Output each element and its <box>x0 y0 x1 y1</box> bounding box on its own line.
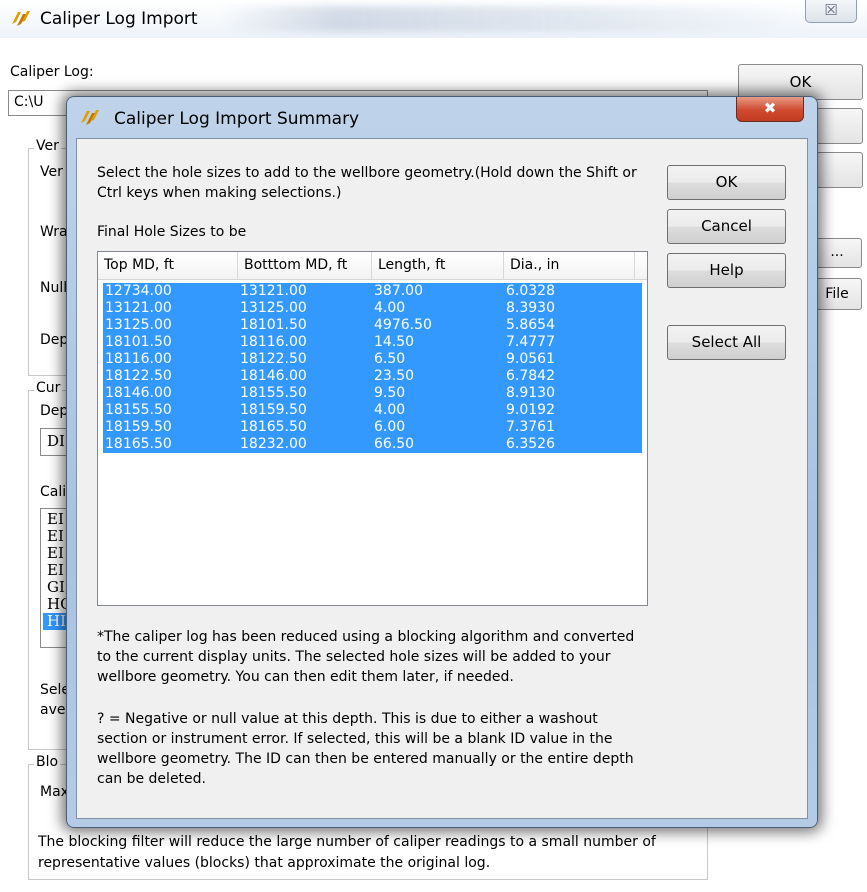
cell-diameter: 9.0561 <box>506 351 555 367</box>
cell-top-md: 13125.00 <box>105 317 172 333</box>
cell-top-md: 18116.00 <box>105 351 172 367</box>
caliper-log-path-value: C:\U <box>14 94 44 110</box>
cell-top-md: 18165.50 <box>105 436 172 452</box>
blocking-note: *The caliper log has been reduced using … <box>97 629 635 685</box>
cell-bottom-md: 18101.50 <box>240 317 307 333</box>
cell-top-md: 18101.50 <box>105 334 172 350</box>
blurred-background <box>220 6 810 32</box>
cell-bottom-md: 18122.50 <box>240 351 307 367</box>
cell-bottom-md: 18165.50 <box>240 419 307 435</box>
hole-size-row[interactable]: 18155.50 18159.50 4.00 9.0192 <box>103 402 642 419</box>
max-label: Max <box>40 784 69 800</box>
column-header-diameter[interactable]: Dia., in <box>504 252 635 279</box>
main-close-button[interactable]: ☒ <box>805 0 857 23</box>
version-label: Ver <box>40 164 63 180</box>
dialog-cancel-button[interactable]: Cancel <box>667 209 786 244</box>
hole-size-row[interactable]: 18122.50 18146.00 23.50 6.7842 <box>103 368 642 385</box>
average-hint-label: ave <box>40 702 66 718</box>
hole-size-row[interactable]: 18159.50 18165.50 6.00 7.3761 <box>103 419 642 436</box>
hole-size-row[interactable]: 18146.00 18155.50 9.50 8.9130 <box>103 385 642 402</box>
cell-bottom-md: 18155.50 <box>240 385 307 401</box>
blocking-group-caption: Blo <box>34 754 61 770</box>
null-label: Null <box>40 280 68 296</box>
blocking-description: The blocking filter will reduce the larg… <box>38 834 656 871</box>
cell-diameter: 6.0328 <box>506 283 555 299</box>
cell-top-md: 18159.50 <box>105 419 172 435</box>
dialog-help-button[interactable]: Help <box>667 253 786 288</box>
depth-label: Dep <box>40 332 69 348</box>
wrap-label: Wra <box>40 224 68 240</box>
cell-length: 9.50 <box>374 385 406 401</box>
main-window-title: Caliper Log Import <box>40 9 198 29</box>
cell-length: 6.00 <box>374 419 406 435</box>
dialog-logo-icon <box>81 110 99 125</box>
file-button[interactable]: File <box>812 278 862 310</box>
hole-size-row[interactable]: 18116.00 18122.50 6.50 9.0561 <box>103 351 642 368</box>
cell-diameter: 8.9130 <box>506 385 555 401</box>
cell-top-md: 13121.00 <box>105 300 172 316</box>
cell-bottom-md: 18159.50 <box>240 402 307 418</box>
dialog-ok-button[interactable]: OK <box>667 165 786 200</box>
cell-top-md: 12734.00 <box>105 283 172 299</box>
cell-top-md: 18155.50 <box>105 402 172 418</box>
cell-bottom-md: 18116.00 <box>240 334 307 350</box>
cell-length: 14.50 <box>374 334 415 350</box>
app-logo-icon <box>12 11 30 26</box>
dialog-title: Caliper Log Import Summary <box>114 109 360 129</box>
curve-group-caption: Cur <box>34 380 63 396</box>
depth-curve-label: Dep <box>40 403 69 419</box>
dialog-instructions: Select the hole sizes to add to the well… <box>97 165 637 201</box>
cell-length: 4.00 <box>374 402 406 418</box>
hole-size-row[interactable]: 13121.00 13125.00 4.00 8.3930 <box>103 300 642 317</box>
cell-length: 387.00 <box>374 283 423 299</box>
cell-diameter: 9.0192 <box>506 402 555 418</box>
hole-size-row[interactable]: 18101.50 18116.00 14.50 7.4777 <box>103 334 642 351</box>
cell-diameter: 7.3761 <box>506 419 555 435</box>
cell-diameter: 5.8654 <box>506 317 555 333</box>
version-group-caption: Ver <box>34 138 61 154</box>
hole-size-row[interactable]: 12734.00 13121.00 387.00 6.0328 <box>103 283 642 300</box>
column-header-length[interactable]: Length, ft <box>372 252 504 279</box>
cell-top-md: 18122.50 <box>105 368 172 384</box>
cell-diameter: 6.3526 <box>506 436 555 452</box>
cell-bottom-md: 18232.00 <box>240 436 307 452</box>
cell-length: 23.50 <box>374 368 415 384</box>
list-rows: 12734.00 13121.00 387.00 6.0328 13121.00 1312… <box>103 283 642 453</box>
hole-sizes-list[interactable]: Top MD, ft Botttom MD, ft Length, ft Dia… <box>97 251 648 606</box>
cell-length: 4976.50 <box>374 317 432 333</box>
cell-top-md: 18146.00 <box>105 385 172 401</box>
final-hole-sizes-label: Final Hole Sizes to be <box>97 224 247 240</box>
main-title-bar: Caliper Log Import ☒ <box>0 0 867 38</box>
main-ok-button[interactable]: OK <box>738 64 863 100</box>
cell-bottom-md: 18146.00 <box>240 368 307 384</box>
dialog-client-area: Select the hole sizes to add to the well… <box>76 138 808 819</box>
cell-diameter: 7.4777 <box>506 334 555 350</box>
dialog-close-button[interactable]: ✖ <box>736 97 804 122</box>
cell-bottom-md: 13125.00 <box>240 300 307 316</box>
cell-diameter: 6.7842 <box>506 368 555 384</box>
cell-diameter: 8.3930 <box>506 300 555 316</box>
column-header-bottom-md[interactable]: Botttom MD, ft <box>238 252 372 279</box>
caliper-log-label: Caliper Log: <box>10 64 94 80</box>
hole-size-row[interactable]: 13125.00 18101.50 4976.50 5.8654 <box>103 317 642 334</box>
cell-length: 66.50 <box>374 436 415 452</box>
browse-button[interactable]: ... <box>812 238 862 268</box>
cell-length: 4.00 <box>374 300 406 316</box>
column-header-top-md[interactable]: Top MD, ft <box>98 252 238 279</box>
caliper-log-import-summary-dialog: Caliper Log Import Summary ✖ Select the … <box>66 96 818 828</box>
select-all-button[interactable]: Select All <box>667 325 786 360</box>
list-header: Top MD, ft Botttom MD, ft Length, ft Dia… <box>98 252 647 280</box>
cell-length: 6.50 <box>374 351 406 367</box>
null-value-note: ? = Negative or null value at this depth… <box>97 711 634 787</box>
cell-bottom-md: 13121.00 <box>240 283 307 299</box>
hole-size-row[interactable]: 18165.50 18232.00 66.50 6.3526 <box>103 436 642 453</box>
caliper-curve-label: Cali <box>40 484 67 500</box>
